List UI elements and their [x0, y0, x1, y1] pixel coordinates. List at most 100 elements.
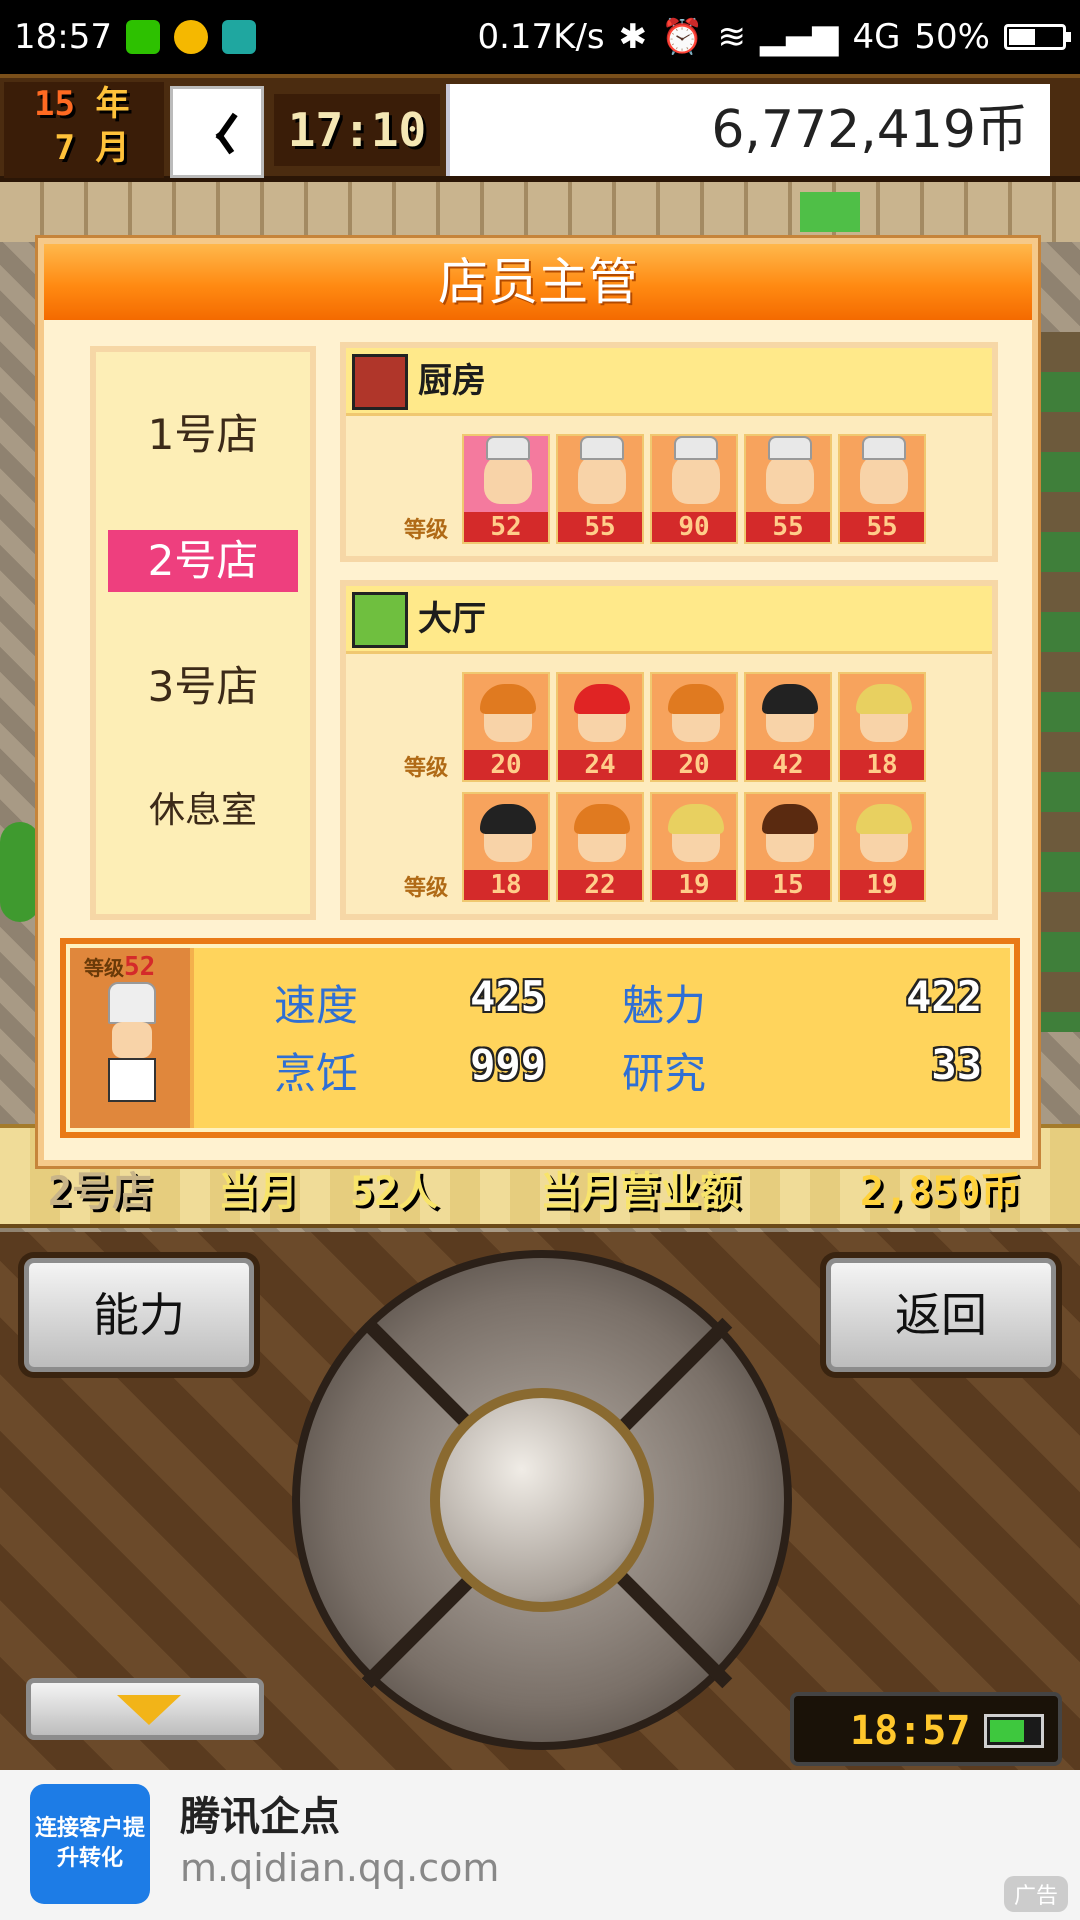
- hall-staff-card[interactable]: 20: [462, 672, 550, 782]
- chef-hat-icon: [674, 436, 718, 460]
- month-unit: 月: [95, 128, 130, 168]
- hall-header: 大厅: [346, 586, 992, 654]
- scan-icon: [221, 20, 256, 54]
- staff-level: 18: [464, 870, 548, 900]
- staff-level: 55: [558, 512, 642, 542]
- info-month-label: 当月: [218, 1169, 298, 1215]
- staff-level: 19: [840, 870, 924, 900]
- ad-banner[interactable]: 连接客户提升转化 腾讯企点 m.qidian.qq.com 广告: [0, 1770, 1080, 1920]
- staff-level: 55: [746, 512, 830, 542]
- year-unit: 年: [95, 84, 130, 124]
- staff-level: 20: [652, 750, 736, 780]
- staff-manager-dialog: 店员主管 1号店 2号店 3号店 休息室 厨房 等级 52 55 90 55 55 大厅…: [38, 238, 1038, 1166]
- wechat-icon: [125, 20, 160, 54]
- hall-staff-card[interactable]: 20: [650, 672, 738, 782]
- staff-level: 55: [840, 512, 924, 542]
- staff-hair-icon: [668, 804, 724, 834]
- game-screen: 18:57 0.17K/s ✱ ⏰ ≋ ▂▄▆ 4G 50% 15 年 7 月 …: [0, 0, 1080, 1920]
- ability-button[interactable]: 能力: [24, 1258, 254, 1372]
- dpad[interactable]: [292, 1250, 792, 1750]
- hall-staff-card[interactable]: 19: [838, 792, 926, 902]
- chef-hat-icon: [580, 436, 624, 460]
- staff-hair-icon: [856, 804, 912, 834]
- staff-level: 20: [464, 750, 548, 780]
- money-display: 6,772,419币: [446, 84, 1050, 176]
- hall-staff-card[interactable]: 42: [744, 672, 832, 782]
- staff-level: 52: [464, 512, 548, 542]
- portrait-grade-label: 等级: [84, 956, 124, 980]
- chef-staff-card[interactable]: 55: [838, 434, 926, 544]
- staff-hair-icon: [668, 684, 724, 714]
- hall-staff-card[interactable]: 22: [556, 792, 644, 902]
- info-sales: 2,850币: [860, 1169, 1021, 1215]
- dpad-center-button[interactable]: [430, 1388, 654, 1612]
- date-display: 15 年 7 月: [4, 82, 164, 178]
- info-store: 2号店: [48, 1169, 153, 1215]
- grade-label: 等级: [404, 876, 449, 901]
- staff-hair-icon: [856, 684, 912, 714]
- wifi-icon: ≋: [717, 17, 746, 57]
- hall-staff-card[interactable]: 18: [462, 792, 550, 902]
- hall-icon: [352, 592, 408, 648]
- staff-level: 18: [840, 750, 924, 780]
- staff-hair-icon: [574, 804, 630, 834]
- hall-staff-card[interactable]: 15: [744, 792, 832, 902]
- store-item-lounge[interactable]: 休息室: [108, 780, 298, 842]
- net-speed: 0.17K/s: [477, 17, 605, 57]
- hall-staff-card[interactable]: 19: [650, 792, 738, 902]
- status-time: 18:57: [14, 17, 112, 57]
- alarm-icon: ⏰: [661, 17, 704, 57]
- back-button[interactable]: 返回: [826, 1258, 1056, 1372]
- hall-staff-card[interactable]: 24: [556, 672, 644, 782]
- bluetooth-icon: ✱: [618, 17, 648, 57]
- store-item-1[interactable]: 1号店: [108, 404, 298, 466]
- game-time: 17:10: [274, 94, 440, 166]
- analog-clock-icon: [170, 86, 264, 178]
- menu-toggle-button[interactable]: [26, 1678, 264, 1740]
- staff-hair-icon: [762, 684, 818, 714]
- chef-staff-card[interactable]: 55: [744, 434, 832, 544]
- chef-staff-card[interactable]: 55: [556, 434, 644, 544]
- stat-name-charm: 魅力: [622, 981, 707, 1030]
- kitchen-header: 厨房: [346, 348, 992, 416]
- app-plus-icon: [173, 20, 208, 54]
- staff-level: 24: [558, 750, 642, 780]
- dialog-title: 店员主管: [44, 244, 1032, 320]
- store-item-2[interactable]: 2号店: [108, 530, 298, 592]
- kitchen-icon: [352, 354, 408, 410]
- staff-level: 19: [652, 870, 736, 900]
- chef-hat-icon: [768, 436, 812, 460]
- network-type: 4G: [852, 17, 901, 57]
- chef-staff-card[interactable]: 52: [462, 434, 550, 544]
- store-item-3[interactable]: 3号店: [108, 656, 298, 718]
- selected-staff-stats: 等级52 速度 425 魅力 422 烹饪 999 研究 33: [60, 938, 1020, 1138]
- stat-value-cooking: 999: [470, 1040, 546, 1089]
- chef-hat-icon: [862, 436, 906, 460]
- stat-value-research: 33: [931, 1040, 982, 1089]
- staff-hair-icon: [762, 804, 818, 834]
- staff-hair-icon: [574, 684, 630, 714]
- device-clock: 18:57: [790, 1692, 1062, 1766]
- battery-icon: [984, 1714, 1044, 1748]
- info-people: 52人: [350, 1169, 439, 1215]
- info-sales-label: 当月营业额: [540, 1169, 740, 1215]
- hall-section: 大厅 等级 等级 20 24 20 42 18 18 22 19 15 19: [340, 580, 998, 920]
- hall-staff-card[interactable]: 18: [838, 672, 926, 782]
- controller-area: 能力 返回 18:57: [0, 1232, 1080, 1770]
- stat-value-speed: 425: [470, 972, 546, 1021]
- staff-level: 15: [746, 870, 830, 900]
- stat-name-cooking: 烹饪: [274, 1049, 359, 1098]
- stat-value-charm: 422: [906, 972, 982, 1021]
- staff-hair-icon: [480, 684, 536, 714]
- battery-percent: 50%: [914, 17, 990, 57]
- device-time: 18:57: [850, 1708, 971, 1754]
- grade-label: 等级: [404, 756, 449, 781]
- chef-staff-card[interactable]: 90: [650, 434, 738, 544]
- game-hud: 15 年 7 月 17:10 6,772,419币: [0, 74, 1080, 182]
- staff-portrait: 等级52: [70, 948, 194, 1128]
- portrait-level: 52: [124, 952, 156, 982]
- ad-tag: 广告: [1003, 1876, 1068, 1912]
- staff-level: 22: [558, 870, 642, 900]
- ad-title: 腾讯企点: [180, 1794, 340, 1840]
- chef-sprite-icon: [104, 982, 160, 1112]
